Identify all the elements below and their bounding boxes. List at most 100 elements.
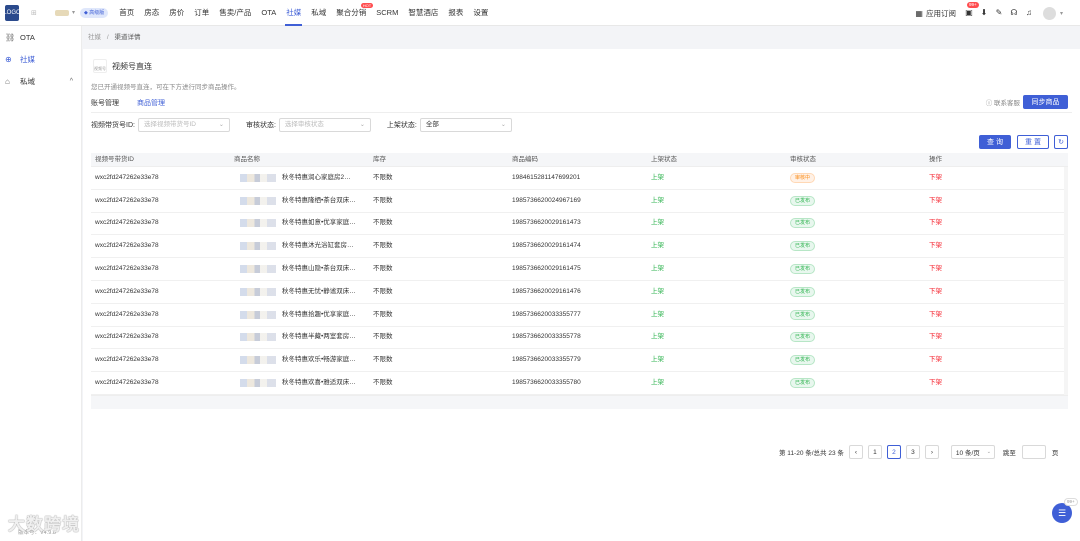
product-name: 秋冬特惠润心家庭房2… bbox=[282, 173, 351, 181]
delist-button[interactable]: 下架 bbox=[925, 353, 1068, 367]
product-name-cell: 秋冬特惠拾趣•优享家庭… bbox=[230, 308, 369, 322]
delist-button[interactable]: 下架 bbox=[925, 216, 1068, 230]
shop-id-select[interactable]: 选择视频带货号ID ⌄ bbox=[137, 118, 230, 132]
product-code-cell: 1985736620033355779 bbox=[512, 356, 581, 364]
grid-icon: ▦ bbox=[915, 8, 923, 18]
horizontal-scrollbar[interactable] bbox=[91, 394, 1068, 409]
listing-status-select[interactable]: 全部 ⌄ bbox=[419, 118, 512, 132]
shop-id-cell: wxc2fd247262e33e78 bbox=[95, 310, 159, 318]
product-code-cell: 1985736620029161474 bbox=[512, 242, 581, 250]
audit-status-cell: 已发布 bbox=[786, 239, 925, 253]
products-table: 视频号带货ID 商品名称 库存 商品编码 上架状态 审核状态 操作 wxc2fd247262… bbox=[91, 153, 1068, 409]
reset-button[interactable]: 重 置 bbox=[1017, 135, 1049, 149]
delist-button[interactable]: 下架 bbox=[925, 330, 1068, 344]
product-code-cell: 1985736620029161475 bbox=[512, 265, 581, 273]
app-subscribe-button[interactable]: ▦ 应用订阅 bbox=[915, 8, 956, 19]
chat-support-button[interactable]: ☰ 99+ bbox=[1052, 498, 1078, 523]
breadcrumb-root[interactable]: 社媒 bbox=[88, 34, 101, 41]
bell-icon[interactable]: ♫ bbox=[1024, 8, 1034, 18]
sync-products-button[interactable]: 同步商品 bbox=[1023, 95, 1068, 109]
product-thumbnail bbox=[240, 242, 276, 251]
sidebar-item-label: 私域 bbox=[20, 76, 35, 86]
column-header: 视频号带货ID bbox=[95, 156, 134, 163]
product-name-cell: 秋冬特惠欢喜•雅适双床… bbox=[230, 376, 369, 390]
status-badge: 已发布 bbox=[790, 355, 816, 366]
delist-button[interactable]: 下架 bbox=[925, 171, 1068, 185]
main-content: 社媒 / 渠道详情 视频号 视频号直连 您已开通视频号直连，可在下方进行同步商品… bbox=[83, 27, 1080, 541]
audit-status-placeholder: 选择审核状态 bbox=[284, 121, 324, 128]
product-thumbnail bbox=[240, 196, 276, 205]
nav-item[interactable]: 聚合分销 HOT bbox=[331, 0, 374, 26]
contact-support-link[interactable]: ⓘ 联系客服 bbox=[986, 97, 1020, 107]
product-name-cell: 秋冬特惠隆栖•茶台双床… bbox=[230, 194, 369, 208]
nav-item[interactable]: 报表 bbox=[443, 0, 468, 26]
column-header: 操作 bbox=[929, 156, 942, 163]
chevron-up-icon[interactable]: ^ bbox=[70, 78, 73, 85]
product-name-cell: 秋冬特惠半藏•两室套房… bbox=[230, 330, 369, 344]
nav-item[interactable]: 社媒 bbox=[281, 0, 306, 26]
nav-item[interactable]: 首页 bbox=[114, 0, 139, 26]
product-name: 秋冬特惠隆栖•茶台双床… bbox=[282, 196, 356, 204]
tab-products[interactable]: 商品管理 bbox=[137, 98, 165, 113]
message-icon[interactable]: ▣ 99+ bbox=[964, 2, 979, 18]
page-button[interactable]: 1 bbox=[867, 445, 882, 459]
sidebar-item-ota[interactable]: ⛓ OTA bbox=[0, 26, 81, 48]
nav-item[interactable]: 设置 bbox=[468, 0, 493, 26]
app-logo[interactable]: LOGO bbox=[3, 4, 21, 21]
tab-divider bbox=[91, 112, 1072, 113]
stock-cell: 不限数 bbox=[373, 356, 393, 364]
nav-item[interactable]: 智慧酒店 bbox=[403, 0, 443, 26]
nav-item[interactable]: 房价 bbox=[164, 0, 189, 26]
next-page-button[interactable]: › bbox=[924, 445, 939, 459]
headset-icon[interactable]: ☊ bbox=[1009, 8, 1019, 18]
product-name: 秋冬特惠山隐•茶台双床… bbox=[282, 265, 356, 273]
chevron-down-icon[interactable]: ▾ bbox=[1060, 10, 1063, 17]
apps-grid-icon[interactable]: ⊞ bbox=[31, 9, 39, 17]
page-button[interactable]: 2 bbox=[886, 445, 901, 459]
nav-item[interactable]: SCRM bbox=[371, 0, 403, 26]
download-icon[interactable]: ⬇ bbox=[979, 8, 989, 18]
page-size-select[interactable]: 10 条/页 ⌄ bbox=[950, 445, 995, 459]
hotel-name-blurred[interactable] bbox=[55, 9, 69, 16]
goto-page-input[interactable] bbox=[1021, 445, 1046, 459]
delist-button[interactable]: 下架 bbox=[925, 376, 1068, 390]
stock-cell: 不限数 bbox=[373, 242, 393, 250]
product-thumbnail bbox=[240, 356, 276, 365]
audit-status-select[interactable]: 选择审核状态 ⌄ bbox=[278, 118, 371, 132]
table-row: wxc2fd247262e33e78 秋冬特惠如意•优享家庭… 不限数 1985736… bbox=[91, 213, 1068, 236]
sidebar-item-social[interactable]: ⊕ 社媒 bbox=[0, 48, 81, 70]
nav-item[interactable]: 订单 bbox=[189, 0, 214, 26]
refresh-icon[interactable]: ↻ bbox=[1054, 135, 1068, 149]
page-button[interactable]: 3 bbox=[905, 445, 920, 459]
table-row: wxc2fd247262e33e78 秋冬特惠润心家庭房2… 不限数 19846152… bbox=[91, 167, 1068, 190]
breadcrumb-sep: / bbox=[106, 34, 109, 41]
delist-button[interactable]: 下架 bbox=[925, 194, 1068, 208]
edit-icon[interactable]: ✎ bbox=[994, 8, 1004, 18]
delist-button[interactable]: 下架 bbox=[925, 285, 1068, 299]
column-header: 商品名称 bbox=[234, 156, 260, 163]
watermark: 大数跨境 bbox=[8, 515, 80, 534]
query-button[interactable]: 查 询 bbox=[979, 135, 1011, 149]
table-row: wxc2fd247262e33e78 秋冬特惠隆栖•茶台双床… 不限数 1985736… bbox=[91, 190, 1068, 213]
tab-account[interactable]: 账号管理 bbox=[91, 98, 119, 113]
avatar[interactable] bbox=[1042, 6, 1056, 20]
chevron-down-icon[interactable]: ▾ bbox=[72, 9, 75, 16]
delist-button[interactable]: 下架 bbox=[925, 308, 1068, 322]
sidebar-item-private[interactable]: ⌂ 私域 ^ bbox=[0, 70, 81, 92]
delist-button[interactable]: 下架 bbox=[925, 262, 1068, 276]
shop-id-cell: wxc2fd247262e33e78 bbox=[95, 287, 159, 295]
audit-status-cell: 已发布 bbox=[786, 285, 925, 299]
nav-item[interactable]: 房态 bbox=[139, 0, 164, 26]
nav-item[interactable]: 售卖/产品 bbox=[214, 0, 256, 26]
nav-item[interactable]: 私域 bbox=[306, 0, 331, 26]
nav-item[interactable]: OTA bbox=[256, 0, 281, 26]
help-icon: ⓘ bbox=[985, 100, 993, 107]
prev-page-button[interactable]: ‹ bbox=[848, 445, 863, 459]
sidebar-item-label: 社媒 bbox=[20, 54, 35, 64]
sidebar-item-label: OTA bbox=[20, 32, 35, 42]
product-code-cell: 1985736620033355778 bbox=[512, 333, 581, 341]
filter-bar: 视频带货号ID: 选择视频带货号ID ⌄ 审核状态: 选择审核状态 ⌄ 上架状态: … bbox=[91, 118, 528, 132]
vertical-scrollbar[interactable] bbox=[1064, 167, 1068, 395]
stock-cell: 不限数 bbox=[373, 310, 393, 318]
delist-button[interactable]: 下架 bbox=[925, 239, 1068, 253]
